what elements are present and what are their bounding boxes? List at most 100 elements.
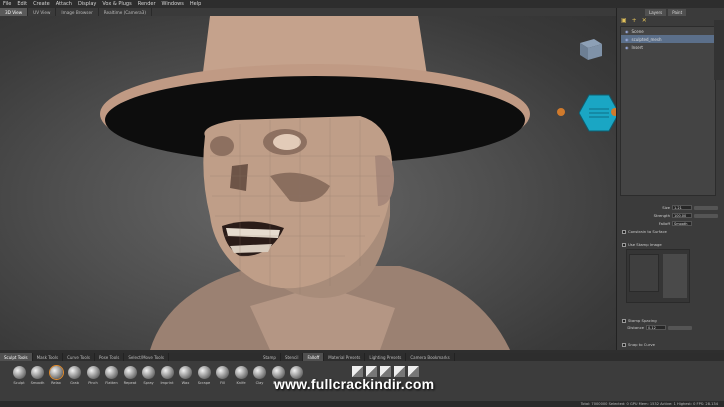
tool-label: Grab: [70, 381, 79, 385]
tab-sculpt-tools[interactable]: Sculpt Tools: [0, 353, 33, 361]
menu-item-render[interactable]: Render: [138, 1, 156, 7]
checkbox-box[interactable]: [622, 229, 626, 234]
strength-label: Strength: [653, 213, 670, 218]
brush-spray-icon: [142, 366, 155, 379]
distance-slider[interactable]: [668, 325, 692, 330]
brush-smooth-icon: [31, 366, 44, 379]
tool-smooth[interactable]: Smooth: [29, 366, 47, 385]
checkbox-box[interactable]: [622, 318, 626, 323]
gizmo-handle-left-icon[interactable]: [557, 108, 565, 116]
menu-item-windows[interactable]: Windows: [162, 1, 184, 7]
stamp-spacing-checkbox[interactable]: Stamp Spacing: [620, 317, 720, 324]
checkbox-label: Snap to Curve: [628, 342, 655, 347]
menu-item-edit[interactable]: Edit: [17, 1, 27, 7]
tool-spray[interactable]: Spray: [140, 366, 158, 385]
tool-pinch[interactable]: Pinch: [84, 366, 102, 385]
checkbox-label: Constrain to Surface: [628, 229, 667, 234]
menu-item-vox-plugs[interactable]: Vox & Plugs: [102, 1, 131, 7]
brush-fill-icon: [216, 366, 229, 379]
strength-slider[interactable]: [694, 213, 718, 218]
tool-grab[interactable]: Grab: [66, 366, 84, 385]
checkbox-box[interactable]: [622, 242, 626, 247]
stamp-image-box[interactable]: [626, 249, 690, 303]
tab-realtime-camera3-[interactable]: Realtime (Camera3): [99, 8, 152, 16]
view-tab-bar: 3D View UV View Image Browser Realtime (Cam…: [0, 8, 616, 16]
tab-mask-tools[interactable]: Mask Tools: [33, 353, 64, 361]
tab-stamp[interactable]: Stamp: [259, 353, 281, 361]
eye-icon[interactable]: ◉: [625, 37, 629, 42]
eye-icon[interactable]: ◉: [625, 29, 629, 34]
tool-label: Imprint: [160, 381, 174, 385]
tab-curve-tools[interactable]: Curve Tools: [63, 353, 95, 361]
tab-select-move-tools[interactable]: Select/Move Tools: [124, 353, 169, 361]
tab-image-browser[interactable]: Image Browser: [56, 8, 99, 16]
falloff-select[interactable]: Smooth: [672, 221, 692, 226]
menu-item-display[interactable]: Display: [78, 1, 96, 7]
tool-relax[interactable]: Relax: [47, 366, 65, 385]
falloff-property: Falloff Smooth: [620, 220, 720, 227]
brush-imprint-icon: [160, 366, 174, 379]
strength-field[interactable]: 100.00: [672, 213, 692, 218]
add-layer-icon[interactable]: +: [632, 17, 637, 24]
brush-clay-icon: [253, 366, 266, 379]
tree-item-label: sculpted_mesh: [631, 36, 662, 42]
size-slider[interactable]: [694, 205, 718, 210]
tree-item-scene[interactable]: ◉ Scene: [621, 27, 715, 35]
tool-knife[interactable]: Knife: [232, 366, 250, 385]
tab-falloff[interactable]: Falloff: [303, 353, 325, 361]
tab-lighting-presets[interactable]: Lighting Presets: [365, 353, 407, 361]
tool-clay[interactable]: Clay: [251, 366, 269, 385]
tab-camera-bookmarks[interactable]: Camera Bookmarks: [406, 353, 455, 361]
bottom-tab-bar: Sculpt Tools Mask Tools Curve Tools Pose To…: [0, 353, 724, 361]
vertical-tab-strip[interactable]: [714, 20, 724, 80]
tree-item-sculpted-mesh[interactable]: ◉ sculpted_mesh: [621, 35, 715, 43]
tool-label: Relax: [51, 381, 61, 385]
tool-fill[interactable]: Fill: [214, 366, 232, 385]
tool-repeat[interactable]: Repeat: [121, 366, 139, 385]
tab-uv-view[interactable]: UV View: [28, 8, 57, 16]
menu-item-file[interactable]: File: [3, 1, 11, 7]
brush-properties: Size 1.21 Strength 100.00 Falloff Smooth…: [620, 204, 720, 348]
distance-label: Distance: [627, 325, 644, 330]
tool-imprint[interactable]: Imprint: [158, 366, 176, 385]
tab-material-presets[interactable]: Material Presets: [324, 353, 366, 361]
menu-item-create[interactable]: Create: [33, 1, 50, 7]
snap-to-curve-checkbox[interactable]: Snap to Curve: [620, 341, 720, 348]
tree-item-insert[interactable]: ◉ Insert: [621, 43, 715, 51]
use-stamp-checkbox[interactable]: Use Stamp Image: [620, 241, 720, 248]
3d-viewport[interactable]: [0, 16, 616, 350]
eye-icon[interactable]: ◉: [625, 45, 629, 50]
brush-repeat-icon: [123, 366, 137, 379]
menu-item-attach[interactable]: Attach: [56, 1, 72, 7]
tab-3d-view[interactable]: 3D View: [0, 8, 29, 16]
folder-icon[interactable]: ▣: [621, 17, 627, 24]
tool-label: Flatten: [105, 381, 118, 385]
brush-knife-icon: [234, 366, 248, 379]
delete-layer-icon[interactable]: ✕: [642, 17, 647, 24]
tool-wax[interactable]: Wax: [177, 366, 195, 385]
size-field[interactable]: 1.21: [672, 205, 692, 210]
menu-item-help[interactable]: Help: [190, 1, 201, 7]
tab-spacer: [169, 353, 259, 361]
tab-pose-tools[interactable]: Pose Tools: [95, 353, 125, 361]
tab-layers[interactable]: Layers: [645, 9, 667, 16]
menu-bar: File Edit Create Attach Display Vox & Plugs Re…: [0, 0, 724, 8]
tool-label: Fill: [220, 381, 225, 385]
tool-sculpt[interactable]: Sculpt: [10, 366, 28, 385]
tool-label: Wax: [181, 381, 190, 385]
strength-property: Strength 100.00: [620, 212, 720, 219]
tab-stencil[interactable]: Stencil: [281, 353, 304, 361]
constrain-checkbox[interactable]: Constrain to Surface: [620, 228, 720, 235]
tool-flatten[interactable]: Flatten: [103, 366, 121, 385]
tab-paint[interactable]: Paint: [668, 9, 687, 16]
view-cube-icon[interactable]: [576, 36, 604, 62]
tool-label: Sculpt: [13, 381, 25, 385]
checkbox-box[interactable]: [622, 342, 626, 347]
distance-field[interactable]: 0.12: [646, 325, 666, 330]
brush-wax-icon: [179, 366, 192, 379]
tree-item-label: Insert: [631, 44, 643, 50]
tool-label: Repeat: [123, 381, 137, 385]
tool-label: Pinch: [88, 381, 98, 385]
tool-scrape[interactable]: Scrape: [195, 366, 213, 385]
stamp-thumbnails[interactable]: [663, 254, 687, 298]
